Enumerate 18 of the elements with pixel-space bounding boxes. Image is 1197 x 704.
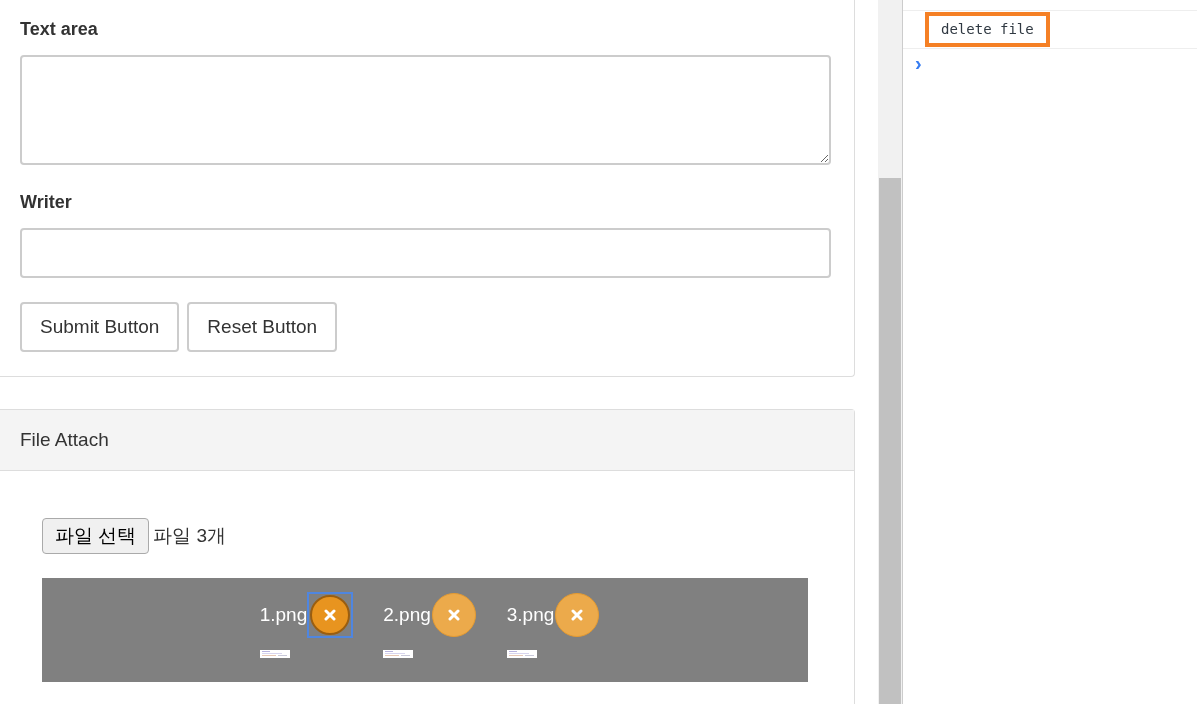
field-label: Writer [20, 191, 73, 214]
delete-button[interactable] [307, 592, 354, 638]
submit-button[interactable]: Submit Button [20, 302, 180, 352]
file-choose-button[interactable]: 파일 선택 [42, 518, 150, 554]
card-title: File Attach [20, 427, 109, 452]
file-name: 1.png [259, 602, 308, 627]
file-name: 3.png [506, 602, 555, 627]
file-count: 파일 3개 [153, 523, 227, 548]
close-icon [324, 609, 337, 621]
close-icon [571, 609, 584, 621]
scrollbar-thumb[interactable] [879, 178, 901, 704]
close-icon [447, 609, 460, 621]
field-label: Text area [20, 18, 99, 41]
file-name: 2.png [383, 602, 431, 627]
writer-field[interactable] [20, 228, 831, 278]
console-message: delete file [925, 12, 1050, 47]
reset-button[interactable]: Reset Button [187, 302, 338, 352]
console-prompt[interactable]: › [903, 53, 1197, 73]
